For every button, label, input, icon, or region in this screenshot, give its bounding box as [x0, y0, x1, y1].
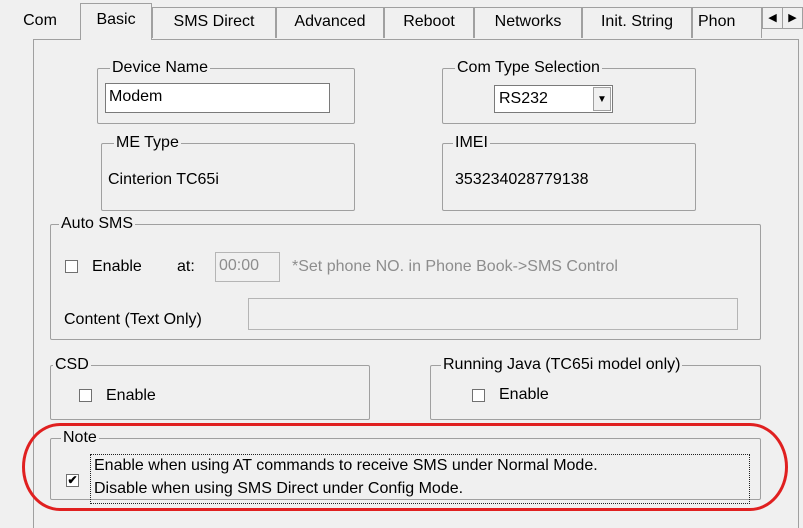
tab-init-string[interactable]: Init. String [582, 7, 692, 38]
auto-sms-at-label: at: [177, 258, 195, 275]
running-java-enable-label: Enable [499, 386, 549, 403]
note-line-2: Disable when using SMS Direct under Conf… [94, 480, 464, 497]
auto-sms-legend: Auto SMS [59, 214, 136, 234]
device-name-input[interactable]: Modem [105, 83, 330, 113]
auto-sms-content-input[interactable] [248, 298, 738, 330]
auto-sms-hint: *Set phone NO. in Phone Book->SMS Contro… [292, 258, 618, 275]
tab-scroll-right-icon[interactable]: ▶ [782, 7, 803, 29]
imei-value: 353234028779138 [455, 171, 589, 188]
auto-sms-time-input[interactable]: 00:00 [215, 252, 280, 282]
tab-sms-direct[interactable]: SMS Direct [152, 7, 276, 38]
auto-sms-enable-label: Enable [92, 258, 142, 275]
tab-com[interactable]: Com [4, 7, 76, 38]
note-enable-checkbox[interactable]: ✔ [66, 474, 79, 487]
com-type-select[interactable]: RS232 ▼ [494, 85, 613, 113]
running-java-enable-checkbox[interactable] [472, 389, 485, 402]
note-line-1: Enable when using AT commands to receive… [94, 457, 598, 474]
note-legend: Note [61, 428, 99, 448]
csd-legend: CSD [53, 355, 91, 375]
auto-sms-enable-checkbox[interactable] [65, 260, 78, 273]
tab-scroll-left-icon[interactable]: ◀ [762, 7, 783, 29]
device-name-legend: Device Name [110, 58, 211, 78]
chevron-down-icon[interactable]: ▼ [593, 87, 611, 111]
imei-legend: IMEI [453, 133, 490, 153]
tab-phone-book[interactable]: Phon [692, 7, 762, 38]
com-type-selected-value: RS232 [499, 90, 548, 107]
tab-networks[interactable]: Networks [474, 7, 582, 38]
me-type-value: Cinterion TC65i [108, 171, 219, 188]
csd-enable-checkbox[interactable] [79, 389, 92, 402]
csd-group: CSD [50, 355, 370, 420]
running-java-legend: Running Java (TC65i model only) [441, 355, 683, 375]
me-type-legend: ME Type [114, 133, 181, 153]
tab-basic[interactable]: Basic [80, 3, 152, 40]
com-type-legend: Com Type Selection [455, 58, 602, 78]
auto-sms-content-label: Content (Text Only) [64, 311, 202, 328]
csd-enable-label: Enable [106, 387, 156, 404]
tab-reboot[interactable]: Reboot [384, 7, 474, 38]
tab-strip: Com Basic SMS Direct Advanced Reboot Net… [0, 0, 803, 40]
tab-advanced[interactable]: Advanced [276, 7, 384, 38]
